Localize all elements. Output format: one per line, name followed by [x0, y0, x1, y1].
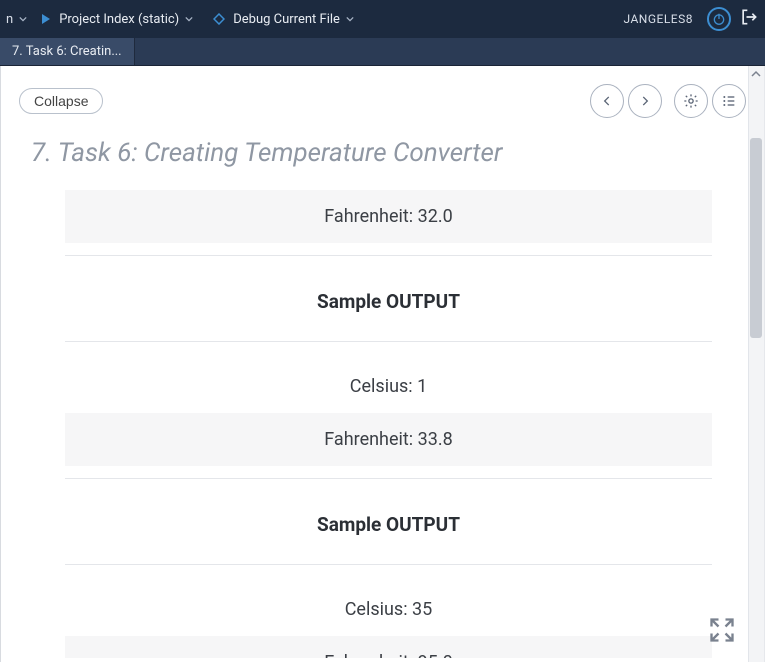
chevron-down-icon[interactable]	[185, 12, 193, 27]
document-body: 7. Task 6: Creating Temperature Converte…	[1, 132, 764, 658]
settings-button[interactable]	[674, 84, 708, 118]
divider	[65, 478, 712, 479]
list-button[interactable]	[712, 84, 746, 118]
power-button[interactable]	[707, 7, 731, 31]
tab-strip: 7. Task 6: Creatin...	[0, 38, 765, 66]
output-row: Fahrenheit: 95.0	[65, 636, 712, 658]
viewer-toolbar: Collapse	[1, 66, 764, 132]
scrollbar-thumb[interactable]	[750, 138, 762, 338]
output-row: Celsius: 35	[65, 583, 712, 636]
collapse-button[interactable]: Collapse	[19, 88, 103, 114]
page-title: 7. Task 6: Creating Temperature Converte…	[31, 138, 746, 168]
play-icon	[41, 13, 51, 25]
chevron-down-icon[interactable]	[19, 12, 27, 27]
output-row: Fahrenheit: 33.8	[65, 413, 712, 466]
username-label: JANGELES8	[623, 12, 693, 26]
section-heading: Sample OUTPUT	[65, 497, 712, 552]
divider	[65, 564, 712, 565]
menu-debug-label: Debug Current File	[233, 12, 340, 27]
section-heading: Sample OUTPUT	[65, 274, 712, 329]
logout-icon[interactable]	[739, 7, 759, 31]
chevron-down-icon[interactable]	[346, 12, 354, 27]
tab-label: 7. Task 6: Creatin...	[12, 44, 122, 59]
next-button[interactable]	[628, 84, 662, 118]
fullscreen-icon[interactable]	[708, 616, 736, 644]
top-menubar: n Project Index (static) Debug Current F…	[0, 0, 765, 38]
tab-task6[interactable]: 7. Task 6: Creatin...	[0, 38, 135, 65]
output-row: Celsius: 1	[65, 360, 712, 413]
menu-debug-current-file[interactable]: Debug Current File	[207, 0, 368, 38]
document-viewer: Collapse 7. Task 6: Creating Temperature…	[0, 66, 765, 662]
prev-button[interactable]	[590, 84, 624, 118]
menu-project-index-label: Project Index (static)	[59, 12, 179, 27]
content-rows: Fahrenheit: 32.0Sample OUTPUTCelsius: 1F…	[65, 190, 712, 658]
divider	[65, 255, 712, 256]
scrollbar-track[interactable]	[748, 66, 764, 662]
menu-project-index[interactable]: Project Index (static)	[35, 0, 207, 38]
divider	[65, 341, 712, 342]
truncated-menu-text: n	[6, 12, 13, 27]
scroll-up-icon[interactable]	[748, 66, 764, 82]
output-row: Fahrenheit: 32.0	[65, 190, 712, 243]
diamond-icon	[213, 13, 225, 25]
